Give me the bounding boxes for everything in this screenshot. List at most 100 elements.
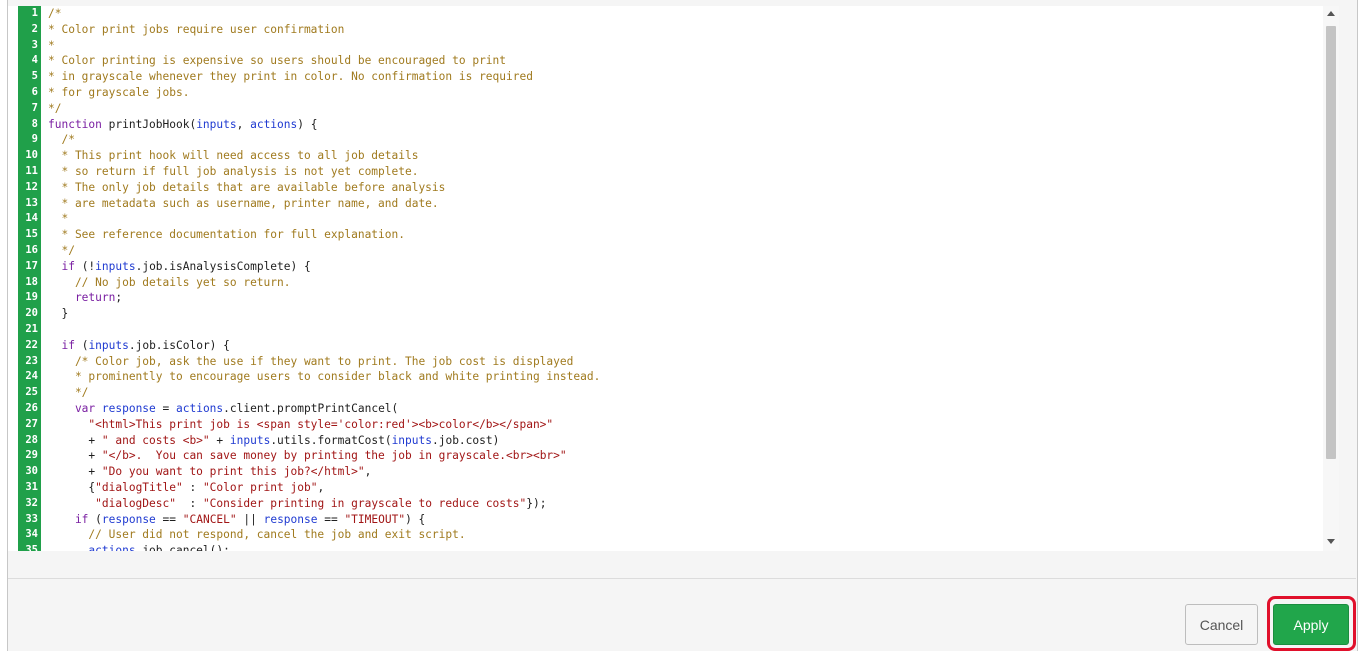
code-line[interactable]: 15 * See reference documentation for ful… — [18, 227, 1328, 243]
code-token: + — [48, 449, 102, 463]
code-line[interactable]: 22 if (inputs.job.isColor) { — [18, 338, 1328, 354]
scroll-up-arrow-icon[interactable] — [1327, 11, 1335, 16]
code-token: , — [236, 117, 251, 131]
code-token: .job.cost) — [431, 433, 500, 447]
code-line[interactable]: 8 function printJobHook(inputs, actions) … — [18, 117, 1328, 133]
code-line[interactable]: 20 } — [18, 306, 1328, 322]
code-text: // No job details yet so return. — [48, 275, 291, 291]
code-line[interactable]: 33 if (response == "CANCEL" || response … — [18, 512, 1328, 528]
cancel-button[interactable]: Cancel — [1185, 604, 1258, 645]
code-token: "dialogTitle" — [95, 480, 183, 494]
code-token: function — [48, 117, 109, 131]
code-text: */ — [48, 385, 88, 401]
code-token: response — [101, 401, 156, 415]
code-line[interactable]: 12 * The only job details that are avail… — [18, 180, 1328, 196]
code-text: * for grayscale jobs. — [48, 85, 189, 101]
scroll-down-arrow-icon[interactable] — [1327, 539, 1335, 544]
code-line[interactable]: 30 + "Do you want to print this job?</ht… — [18, 464, 1328, 480]
code-line[interactable]: 10 * This print hook will need access to… — [18, 148, 1328, 164]
line-number: 32 — [25, 496, 38, 509]
editor-scrollbar[interactable] — [1323, 6, 1339, 551]
line-number: 2 — [31, 22, 38, 35]
line-number: 30 — [25, 465, 38, 478]
code-text: * — [48, 38, 55, 54]
code-token: == — [317, 512, 345, 526]
line-number: 28 — [25, 433, 38, 446]
code-text: function printJobHook(inputs, actions) { — [48, 117, 317, 133]
code-line[interactable]: 29 + "</b>. You can save money by printi… — [18, 448, 1328, 464]
code-token: .job.isColor) { — [128, 338, 230, 352]
line-number: 19 — [25, 291, 38, 304]
code-line[interactable]: 27 "<html>This print job is <span style=… — [18, 417, 1328, 433]
code-text: * This print hook will need access to al… — [48, 148, 418, 164]
code-token: inputs — [196, 117, 237, 131]
apply-button[interactable]: Apply — [1273, 604, 1349, 645]
code-token: "dialogDesc" — [48, 496, 176, 510]
code-token: .client.promptPrintCancel( — [223, 401, 399, 415]
code-line[interactable]: 26 var response = actions.client.promptP… — [18, 401, 1328, 417]
code-line[interactable]: 18 // No job details yet so return. — [18, 275, 1328, 291]
code-token: "Consider printing in grayscale to reduc… — [202, 496, 527, 510]
code-line[interactable]: 23 /* Color job, ask the use if they wan… — [18, 354, 1328, 370]
code-line[interactable]: 11 * so return if full job analysis is n… — [18, 164, 1328, 180]
code-token: response — [263, 512, 318, 526]
code-line[interactable]: 14 * — [18, 211, 1328, 227]
code-text: {"dialogTitle" : "Color print job", — [48, 480, 324, 496]
line-number: 5 — [31, 70, 38, 83]
line-number: 3 — [31, 38, 38, 51]
code-token: /* Color job, ask the use if they want t… — [48, 354, 574, 368]
code-line[interactable]: 4 * Color printing is expensive so users … — [18, 53, 1328, 69]
code-line[interactable]: 9 /* — [18, 132, 1328, 148]
code-token: * Color printing is expensive so users s… — [48, 54, 507, 68]
scroll-thumb[interactable] — [1326, 26, 1336, 459]
code-line[interactable]: 13 * are metadata such as username, prin… — [18, 196, 1328, 212]
code-line[interactable]: 25 */ — [18, 385, 1328, 401]
line-number: 29 — [25, 449, 38, 462]
code-token: .job.cancel(); — [135, 544, 230, 551]
code-token: * in grayscale whenever they print in co… — [48, 70, 533, 84]
line-number: 10 — [25, 149, 38, 162]
code-text: * Color print jobs require user confirma… — [48, 22, 344, 38]
line-number: 14 — [25, 212, 38, 225]
code-text: + "</b>. You can save money by printing … — [48, 448, 566, 464]
code-token: if — [48, 259, 82, 273]
code-token: (! — [81, 259, 96, 273]
code-line[interactable]: 34 // User did not respond, cancel the j… — [18, 527, 1328, 543]
code-line[interactable]: 2 * Color print jobs require user confirm… — [18, 22, 1328, 38]
code-token: "TIMEOUT" — [344, 512, 406, 526]
code-token: * Color print jobs require user confirma… — [48, 22, 345, 36]
code-line[interactable]: 19 return; — [18, 290, 1328, 306]
code-line[interactable]: 6 * for grayscale jobs. — [18, 85, 1328, 101]
code-line[interactable]: 24 * prominently to encourage users to c… — [18, 369, 1328, 385]
code-line[interactable]: 7 */ — [18, 101, 1328, 117]
code-text: * The only job details that are availabl… — [48, 180, 445, 196]
code-line[interactable]: 17 if (!inputs.job.isAnalysisComplete) { — [18, 259, 1328, 275]
code-area[interactable]: 1 /* 2 * Color print jobs require user conf… — [18, 6, 1328, 551]
code-line[interactable]: 35 actions.job.cancel(); — [18, 543, 1328, 551]
code-editor[interactable]: 1 /* 2 * Color print jobs require user conf… — [8, 6, 1339, 551]
line-number: 12 — [25, 180, 38, 193]
code-text: * prominently to encourage users to cons… — [48, 369, 600, 385]
line-number: 26 — [25, 401, 38, 414]
line-number: 33 — [25, 512, 38, 525]
code-text: if (inputs.job.isColor) { — [48, 338, 230, 354]
code-text: "dialogDesc" : "Consider printing in gra… — [48, 496, 546, 512]
code-token: .job.isAnalysisComplete) { — [135, 259, 311, 273]
line-number: 23 — [25, 354, 38, 367]
code-token: } — [48, 307, 69, 321]
code-token: , — [364, 465, 372, 479]
code-token: "Do you want to print this job?</html>" — [101, 465, 365, 479]
code-text: var response = actions.client.promptPrin… — [48, 401, 398, 417]
code-line[interactable]: 5 * in grayscale whenever they print in c… — [18, 69, 1328, 85]
code-line[interactable]: 1 /* — [18, 6, 1328, 22]
code-line[interactable]: 21 — [18, 322, 1328, 338]
code-line[interactable]: 32 "dialogDesc" : "Consider printing in … — [18, 496, 1328, 512]
code-line[interactable]: 16 */ — [18, 243, 1328, 259]
code-line[interactable]: 28 + " and costs <b>" + inputs.utils.for… — [18, 433, 1328, 449]
code-text: * See reference documentation for full e… — [48, 227, 405, 243]
code-token: || — [236, 512, 264, 526]
code-line[interactable]: 31 {"dialogTitle" : "Color print job", — [18, 480, 1328, 496]
code-token: inputs — [88, 338, 129, 352]
code-token: return — [48, 291, 116, 305]
code-line[interactable]: 3 * — [18, 38, 1328, 54]
